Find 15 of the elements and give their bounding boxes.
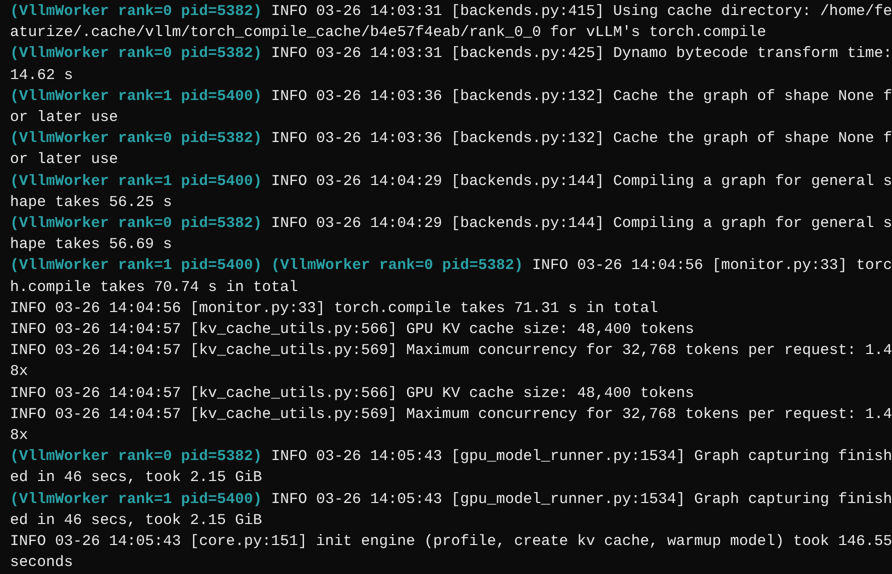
log-line: INFO 03-26 14:05:43 [core.py:151] init engine (profile, create kv cache, warmup model) took 146.55 seconds [10, 532, 892, 574]
log-line: INFO 03-26 14:04:56 [monitor.py:33] torch.compile takes 71.31 s in total [10, 298, 660, 319]
log-line: (VllmWorker rank=0 pid=5382) INFO 03-26 14:03:31 [backends.py:415] Using cache directory: /home/featurize/.cache/vllm/torch_compile_cache/b4e57f4eab/rank_0_0 for vLLM's torch.compile [10, 2, 892, 44]
log-line: (VllmWorker rank=1 pid=5400) INFO 03-26 14:05:43 [gpu_model_runner.py:1534] Graph capturing finished in 46 secs, took 2.15 GiB [10, 490, 892, 531]
log-line: (VllmWorker rank=1 pid=5400) INFO 03-26 14:04:29 [backends.py:144] Compiling a graph for general shape takes 56.25 s [10, 172, 892, 213]
log-line: (VllmWorker rank=0 pid=5382) INFO 03-26 14:04:29 [backends.py:144] Compiling a graph for general shape takes 56.69 s [10, 214, 892, 256]
log-line: (VllmWorker rank=0 pid=5382) INFO 03-26 14:03:31 [backends.py:425] Dynamo bytecode transform time: 14.62 s [10, 44, 892, 86]
log-line: INFO 03-26 14:04:57 [kv_cache_utils.py:566] GPU KV cache size: 48,400 tokens [10, 320, 696, 340]
log-line: (VllmWorker rank=0 pid=5382) INFO 03-26 14:03:36 [backends.py:132] Cache the graph of shape None for later use [10, 129, 892, 170]
log-line: (VllmWorker rank=1 pid=5400) (VllmWorker rank=0 pid=5382) INFO 03-26 14:04:56 [monitor.py:33] torch.compile takes 70.74 s in total [10, 256, 892, 298]
log-line: (VllmWorker rank=0 pid=5382) INFO 03-26 14:05:43 [gpu_model_runner.py:1534] Graph capturing finished in 46 secs, took 2.15 GiB [10, 447, 892, 488]
log-line: INFO 03-26 14:04:57 [kv_cache_utils.py:566] GPU KV cache size: 48,400 tokens [10, 384, 696, 404]
log-line: (VllmWorker rank=1 pid=5400) INFO 03-26 14:03:36 [backends.py:132] Cache the graph of shape None for later use [10, 86, 892, 128]
log-line: INFO 03-26 14:04:57 [kv_cache_utils.py:569] Maximum concurrency for 32,768 tokens per request: 1.48x [10, 341, 892, 382]
log-line: INFO 03-26 14:04:57 [kv_cache_utils.py:569] Maximum concurrency for 32,768 tokens per request: 1.48x [10, 404, 892, 446]
